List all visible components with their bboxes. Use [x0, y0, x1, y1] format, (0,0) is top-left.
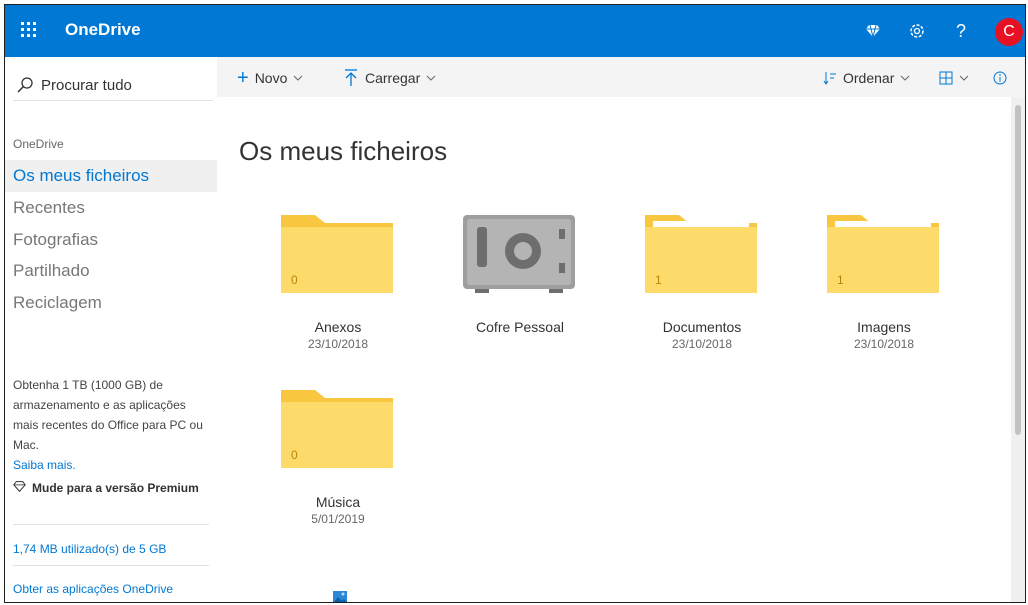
item-date: 5/01/2019	[311, 512, 365, 526]
sidebar-divider	[13, 524, 209, 525]
nav-item-recycle-bin[interactable]: Reciclagem	[5, 287, 217, 319]
storage-promo: Obtenha 1 TB (1000 GB) de armazenamento …	[13, 375, 209, 475]
onedrive-window: OneDrive ? C Procurar tudo OneDrive Os m…	[4, 4, 1026, 603]
search-box[interactable]: Procurar tudo	[17, 71, 213, 99]
item-name: Anexos	[314, 319, 362, 335]
nav-item-my-files[interactable]: Os meus ficheiros	[5, 160, 217, 192]
settings-gear-icon[interactable]	[905, 19, 929, 43]
upload-button[interactable]: Carregar	[343, 67, 436, 89]
nav-item-photos[interactable]: Fotografias	[5, 224, 217, 256]
chevron-down-icon	[294, 75, 303, 81]
sort-button[interactable]: Ordenar	[823, 67, 910, 89]
promo-text: Obtenha 1 TB (1000 GB) de armazenamento …	[13, 378, 203, 452]
item-date: 23/10/2018	[853, 337, 915, 351]
item-date: 23/10/2018	[671, 337, 733, 351]
sort-label: Ordenar	[843, 70, 895, 86]
sidebar-divider	[13, 565, 209, 566]
storage-usage-link[interactable]: 1,74 MB utilizado(s) de 5 GB	[13, 542, 166, 556]
premium-diamond-icon[interactable]	[861, 19, 885, 43]
upgrade-premium-button[interactable]: Mude para a versão Premium	[13, 480, 209, 496]
get-apps-link[interactable]: Obter as aplicações OneDrive	[13, 582, 173, 596]
vertical-scrollbar[interactable]	[1011, 97, 1025, 602]
scrollbar-thumb[interactable]	[1015, 105, 1021, 435]
sort-icon	[823, 72, 836, 85]
new-button[interactable]: + Novo	[237, 67, 303, 89]
user-avatar[interactable]: C	[995, 18, 1023, 46]
vault-icon	[463, 215, 575, 293]
folder-tile[interactable]: 1 Imagens 23/10/2018	[809, 197, 959, 357]
diamond-icon	[13, 481, 26, 493]
item-name: Cofre Pessoal	[476, 319, 564, 335]
plus-icon: +	[237, 66, 249, 89]
info-button[interactable]	[993, 67, 1007, 89]
chevron-down-icon	[901, 75, 910, 81]
learn-more-link[interactable]: Saiba mais.	[13, 455, 209, 475]
app-launcher-waffle-icon[interactable]	[19, 20, 39, 40]
chevron-down-icon	[959, 75, 969, 81]
folder-tile[interactable]: 0 Anexos 23/10/2018	[263, 197, 413, 357]
help-question-icon[interactable]: ?	[949, 19, 973, 43]
page-title: Os meus ficheiros	[239, 136, 448, 166]
search-icon	[17, 77, 33, 93]
nav-item-shared[interactable]: Partilhado	[5, 255, 217, 287]
search-divider	[13, 100, 213, 101]
brand-name[interactable]: OneDrive	[65, 20, 141, 40]
folder-tile[interactable]: 1 Documentos 23/10/2018	[627, 197, 777, 357]
chevron-down-icon	[426, 75, 436, 81]
image-file-icon[interactable]	[333, 591, 347, 603]
left-navigation: Procurar tudo OneDrive Os meus ficheiros…	[5, 57, 217, 602]
item-name: Documentos	[662, 319, 742, 335]
command-bar: + Novo Carregar Ordenar	[217, 57, 1025, 97]
info-icon	[993, 71, 1007, 85]
nav-section-title: OneDrive	[13, 137, 64, 151]
files-view: Os meus ficheiros 0 Anexos 23/10/2018 Co…	[217, 97, 1013, 603]
item-name: Música	[315, 494, 361, 510]
new-label: Novo	[254, 70, 288, 86]
item-name: Imagens	[857, 319, 911, 335]
nav-item-recent[interactable]: Recentes	[5, 192, 217, 224]
search-placeholder: Procurar tudo	[41, 76, 132, 94]
grid-view-icon	[939, 71, 953, 85]
personal-vault-tile[interactable]: Cofre Pessoal	[445, 197, 595, 357]
view-options-button[interactable]	[939, 67, 969, 89]
folder-tile[interactable]: 0 Música 5/01/2019	[263, 372, 413, 532]
top-bar: OneDrive ? C	[5, 5, 1025, 57]
item-date: 23/10/2018	[307, 337, 369, 351]
upload-icon	[345, 69, 357, 86]
premium-label: Mude para a versão Premium	[32, 481, 199, 495]
upload-label: Carregar	[365, 70, 421, 86]
